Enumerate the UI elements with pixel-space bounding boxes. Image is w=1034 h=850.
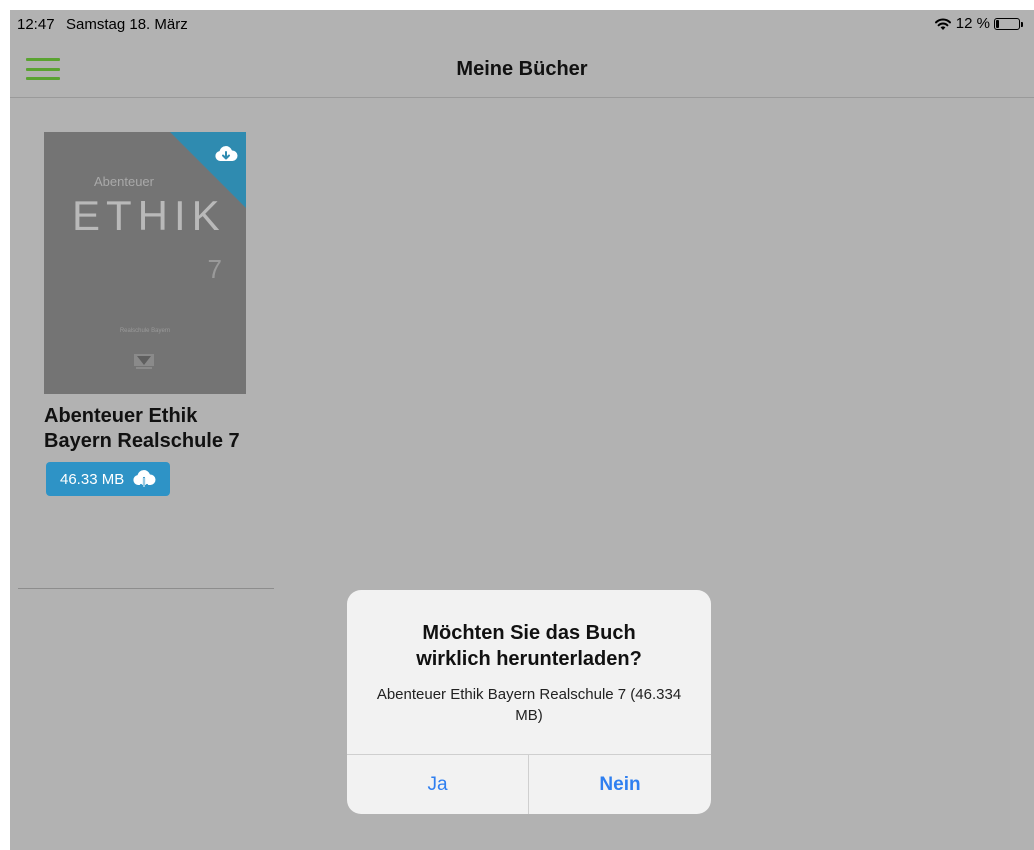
confirm-no-button[interactable]: Nein <box>529 755 711 814</box>
download-confirm-dialog: Möchten Sie das Buch wirklich herunterla… <box>347 590 711 814</box>
publisher-logo-icon <box>134 354 154 369</box>
battery-icon <box>994 17 1023 30</box>
status-indicators: 12 % <box>934 15 1023 32</box>
book-title[interactable]: Abenteuer Ethik Bayern Realschule 7 <box>44 404 254 454</box>
dialog-title: Möchten Sie das Buch wirklich herunterla… <box>416 622 642 670</box>
battery-level <box>996 19 999 28</box>
cloud-download-icon <box>133 470 156 489</box>
dialog-message: Abenteuer Ethik Bayern Realschule 7 (46.… <box>376 686 682 724</box>
status-bar: 12:47 Samstag 18. März 12 % <box>10 10 1034 38</box>
cover-school: Realschule Bayern <box>119 328 171 334</box>
cloud-download-icon[interactable] <box>214 144 238 164</box>
cover-grade: 7 <box>207 254 222 284</box>
status-time: 12:47 <box>17 16 55 33</box>
book-item[interactable]: Abenteuer ETHIK 7 Realschule Bayern Aben… <box>44 132 284 496</box>
list-separator <box>18 588 274 589</box>
download-size-label: 46.33 MB <box>60 470 125 488</box>
status-date: Samstag 18. März <box>66 16 188 33</box>
page-title: Meine Bücher <box>456 58 588 80</box>
app-screen: 12:47 Samstag 18. März 12 % Meine Bücher… <box>10 10 1034 850</box>
battery-cap <box>1021 21 1023 27</box>
download-size-button[interactable]: 46.33 MB <box>46 462 171 496</box>
battery-percent: 12 % <box>955 15 990 32</box>
book-cover[interactable]: Abenteuer ETHIK 7 Realschule Bayern <box>44 132 246 394</box>
confirm-yes-button[interactable]: Ja <box>347 755 528 814</box>
navigation-bar: Meine Bücher <box>10 38 1034 98</box>
wifi-icon <box>934 18 951 30</box>
